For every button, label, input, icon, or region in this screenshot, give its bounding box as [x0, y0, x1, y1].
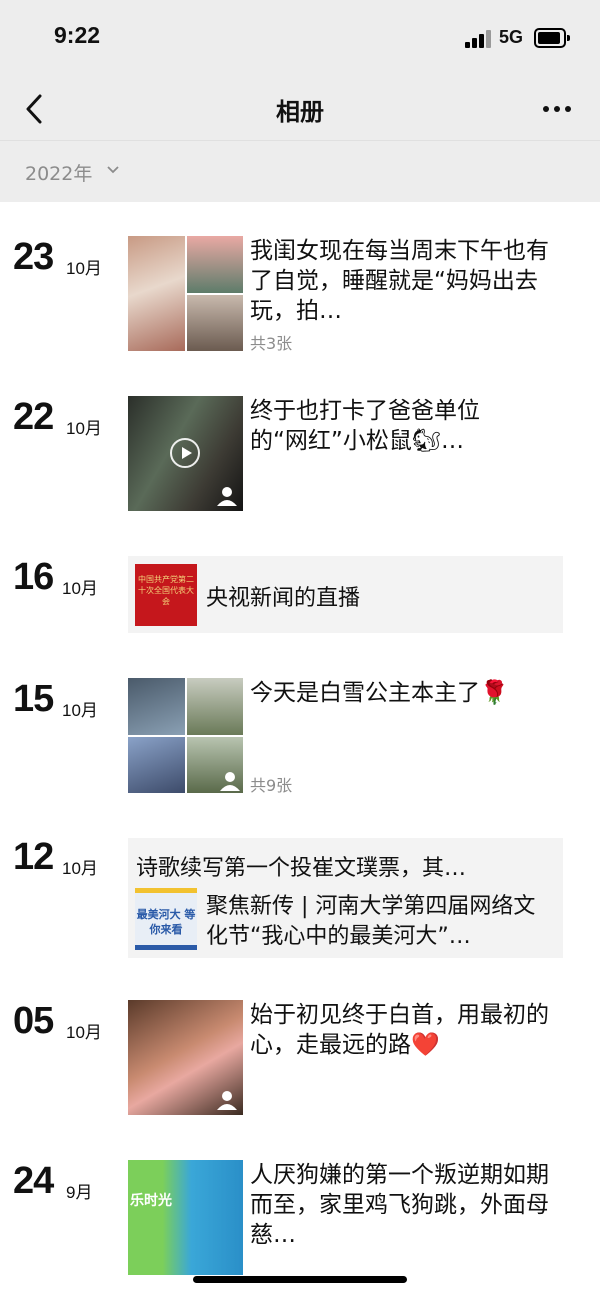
entry-day: 12	[13, 836, 54, 878]
list-item[interactable]: 24 9月 乐时光 人厌狗嫌的第一个叛逆期如期而至，家里鸡飞狗跳，外面母慈…	[0, 1160, 600, 1278]
status-bar: 9:22 5G	[0, 0, 600, 76]
entry-caption: 我闺女现在每当周末下午也有了自觉，睡醒就是“妈妈出去玩，拍…	[250, 238, 549, 324]
photo-thumbnail[interactable]	[128, 678, 243, 793]
share-title: 聚焦新传 | 河南大学第四届网络文化节“我心中的最美河大”…	[206, 894, 536, 949]
shared-link-card[interactable]: 诗歌续写第一个投崔文璞票，其… 最美河大 等你来看 聚焦新传 | 河南大学第四届…	[128, 838, 563, 958]
list-item[interactable]: 23 10月 我闺女现在每当周末下午也有了自觉，睡醒就是“妈妈出去玩，拍… 共3…	[0, 236, 600, 356]
person-icon	[217, 487, 237, 506]
entry-month: 9月	[66, 1183, 93, 1202]
play-icon	[170, 438, 200, 468]
photo-count: 共9张	[250, 776, 293, 795]
list-item[interactable]: 22 10月 终于也打卡了爸爸单位的“网红”小松鼠🐿…	[0, 396, 600, 516]
header-area: 9:22 5G 相册 2022年	[0, 0, 600, 202]
year-filter[interactable]: 2022年	[0, 140, 600, 202]
entry-day: 05	[13, 1000, 54, 1042]
entry-month: 10月	[66, 1023, 102, 1042]
battery-icon	[534, 28, 570, 48]
entry-caption: 始于初见终于白首，用最初的心，走最远的路❤️	[250, 1002, 549, 1058]
entry-month: 10月	[62, 579, 98, 598]
chevron-down-icon	[107, 166, 119, 174]
home-indicator	[193, 1276, 407, 1283]
more-icon[interactable]	[540, 98, 574, 118]
entry-caption: 人厌狗嫌的第一个叛逆期如期而至，家里鸡飞狗跳，外面母慈…	[250, 1162, 549, 1248]
link-thumbnail: 最美河大 等你来看	[135, 888, 197, 950]
photo-thumbnail[interactable]	[128, 1000, 243, 1115]
list-item[interactable]: 05 10月 始于初见终于白首，用最初的心，走最远的路❤️	[0, 1000, 600, 1120]
video-thumbnail[interactable]	[128, 396, 243, 511]
link-thumbnail: 中国共产党第二十次全国代表大会	[135, 564, 197, 626]
person-icon	[219, 771, 240, 791]
entry-day: 15	[13, 678, 54, 720]
entry-month: 10月	[62, 701, 98, 720]
photo-thumbnail[interactable]: 乐时光	[128, 1160, 243, 1275]
entry-month: 10月	[62, 859, 98, 878]
entry-day: 24	[13, 1160, 54, 1202]
entry-month: 10月	[66, 419, 102, 438]
list-item[interactable]: 12 10月 诗歌续写第一个投崔文璞票，其… 最美河大 等你来看 聚焦新传 | …	[0, 836, 600, 960]
nav-bar: 相册	[0, 76, 600, 140]
share-title: 央视新闻的直播	[206, 586, 361, 611]
entry-caption: 终于也打卡了爸爸单位的“网红”小松鼠🐿…	[250, 398, 480, 454]
network-type: 5G	[499, 27, 524, 47]
entry-day: 23	[13, 236, 54, 278]
list-item[interactable]: 16 10月 中国共产党第二十次全国代表大会 央视新闻的直播	[0, 556, 600, 636]
entry-day: 16	[13, 556, 54, 598]
person-icon	[217, 1091, 237, 1110]
entry-day: 22	[13, 396, 54, 438]
share-text: 诗歌续写第一个投崔文璞票，其…	[136, 856, 467, 881]
entry-caption: 今天是白雪公主本主了🌹	[250, 680, 509, 706]
entry-month: 10月	[66, 259, 102, 278]
year-label: 2022年	[25, 163, 93, 185]
list-item[interactable]: 15 10月 今天是白雪公主本主了🌹 共9张	[0, 678, 600, 798]
signal-icon	[465, 30, 491, 48]
page-title: 相册	[276, 98, 324, 126]
photo-thumbnail[interactable]	[128, 236, 243, 351]
shared-link-card[interactable]: 中国共产党第二十次全国代表大会 央视新闻的直播	[128, 556, 563, 633]
photo-count: 共3张	[250, 334, 293, 353]
status-time: 9:22	[54, 22, 101, 48]
